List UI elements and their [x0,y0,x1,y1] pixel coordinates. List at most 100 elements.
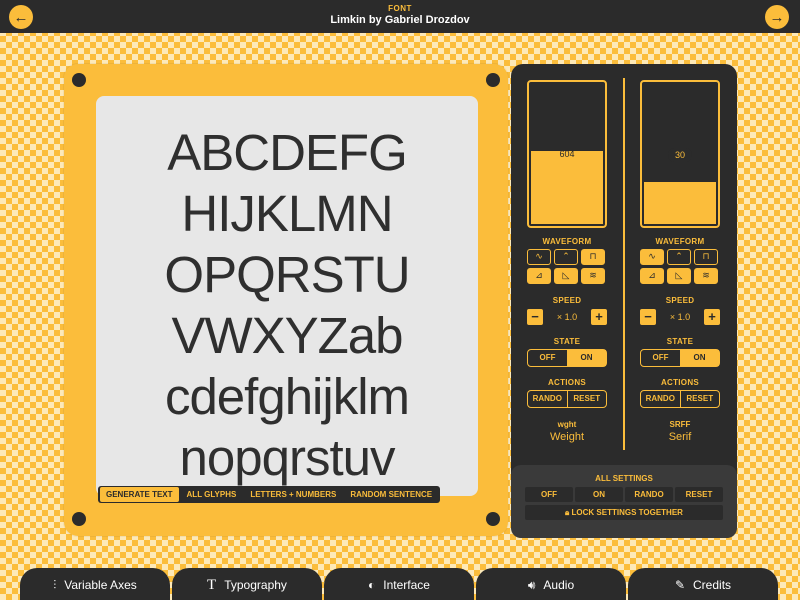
waveform-label: WAVEFORM [542,237,592,246]
meter-fill [531,151,603,224]
axis-name: Serif [668,431,692,443]
rando-button[interactable]: RANDO [528,391,568,407]
state-toggle: OFF ON [527,349,607,367]
screw-icon [72,512,86,526]
generate-text-button[interactable]: GENERATE TEXT [100,487,179,502]
specimen-line: HIJKLMN [181,185,393,242]
minus-icon[interactable]: − [527,309,543,325]
actions-group: RANDO RESET [527,390,607,408]
all-settings-panel: ALL SETTINGS OFF ON RANDO RESET 🔒︎ LOCK … [511,465,737,538]
meter-value: 30 [668,148,692,162]
actions-group: RANDO RESET [640,390,720,408]
tab-label: Typography [224,578,287,592]
sawtooth-wave-icon[interactable]: ⊿ [640,268,664,284]
square-wave-icon[interactable]: ⊓ [581,249,605,265]
specimen-line: OPQRSTU [164,246,410,303]
contrast-icon: ◐ [368,578,376,592]
axis-name: Weight [549,431,585,443]
square-wave-icon[interactable]: ⊓ [694,249,718,265]
tab-interface[interactable]: ◐ Interface [324,568,474,600]
all-off-button[interactable]: OFF [525,487,573,502]
specimen-panel: ABCDEFG HIJKLMN OPQRSTU VWXYZab cdefghijklm n… [64,64,508,536]
specimen-screen[interactable]: ABCDEFG HIJKLMN OPQRSTU VWXYZab cdefghijklm n… [96,96,478,496]
state-label: STATE [666,337,694,346]
tab-credits[interactable]: ✎ Credits [628,568,778,600]
all-on-button[interactable]: ON [575,487,623,502]
top-bar: ← FONT Limkin by Gabriel Drozdov → [0,0,800,33]
axis-column-weight: 604 WAVEFORM ∿ ⌃ ⊓ ⊿ ◺ ≋ SPEED − × 1.0 +… [511,64,611,464]
screw-icon [72,73,86,87]
axis-tag: SRFF [669,420,691,429]
speed-stepper: − × 1.0 + [640,308,720,326]
axis-meter[interactable]: 604 [527,80,607,228]
reset-button[interactable]: RESET [681,391,720,407]
plus-icon[interactable]: + [704,309,720,325]
sine-wave-icon[interactable]: ∿ [640,249,664,265]
noise-wave-icon[interactable]: ≋ [581,268,605,284]
tab-label: Variable Axes [64,578,137,592]
pen-icon: ✎ [674,578,686,592]
actions-label: ACTIONS [660,378,700,387]
type-icon: T [207,576,217,593]
state-off-button[interactable]: OFF [528,350,567,366]
tab-audio[interactable]: 🔊︎ Audio [476,568,626,600]
plus-icon[interactable]: + [591,309,607,325]
speed-value: × 1.0 [556,312,578,322]
specimen-text: ABCDEFG HIJKLMN OPQRSTU VWXYZab cdefghijklm n… [96,122,478,488]
letters-numbers-button[interactable]: LETTERS + NUMBERS [244,487,343,502]
meter-value: 604 [559,149,575,159]
tab-label: Interface [383,578,430,592]
state-label: STATE [553,337,581,346]
font-name: Limkin by Gabriel Drozdov [330,14,470,26]
axis-column-serif: 30 WAVEFORM ∿ ⌃ ⊓ ⊿ ◺ ≋ SPEED − × 1.0 + … [624,64,724,464]
sawtooth-wave-icon[interactable]: ⊿ [527,268,551,284]
sliders-icon: ⫶ [53,577,57,592]
tab-variable-axes[interactable]: ⫶ Variable Axes [20,568,170,600]
waveform-label: WAVEFORM [655,237,705,246]
state-on-button[interactable]: ON [567,350,606,366]
bottom-tab-bar: ⫶ Variable Axes T Typography ◐ Interface… [20,568,780,600]
axis-tag: wght [557,420,577,429]
specimen-line: ABCDEFG [167,124,408,181]
waveform-grid: ∿ ⌃ ⊓ ⊿ ◺ ≋ [527,249,607,284]
minus-icon[interactable]: − [640,309,656,325]
screw-icon [486,73,500,87]
axis-meter[interactable]: 30 [640,80,720,228]
all-settings-title: ALL SETTINGS [595,474,653,483]
specimen-line: cdefghijklm [164,368,410,425]
speed-label: SPEED [552,296,582,305]
triangle-wave-icon[interactable]: ⌃ [667,249,691,265]
tab-typography[interactable]: T Typography [172,568,322,600]
all-reset-button[interactable]: RESET [675,487,723,502]
reverse-saw-wave-icon[interactable]: ◺ [667,268,691,284]
all-glyphs-button[interactable]: ALL GLYPHS [180,487,243,502]
font-label: FONT [388,4,412,13]
all-rando-button[interactable]: RANDO [625,487,673,502]
rando-button[interactable]: RANDO [641,391,681,407]
triangle-wave-icon[interactable]: ⌃ [554,249,578,265]
waveform-grid: ∿ ⌃ ⊓ ⊿ ◺ ≋ [640,249,720,284]
state-toggle: OFF ON [640,349,720,367]
tab-label: Audio [543,578,575,592]
lock-settings-button[interactable]: 🔒︎ LOCK SETTINGS TOGETHER [525,505,723,520]
state-off-button[interactable]: OFF [641,350,680,366]
state-on-button[interactable]: ON [680,350,719,366]
arrow-right-icon[interactable]: → [765,5,789,29]
specimen-line: nopqrstuv [179,429,396,486]
tab-label: Credits [693,578,732,592]
reverse-saw-wave-icon[interactable]: ◺ [554,268,578,284]
specimen-line: VWXYZab [171,307,403,364]
sine-wave-icon[interactable]: ∿ [527,249,551,265]
noise-wave-icon[interactable]: ≋ [694,268,718,284]
all-settings-buttons: OFF ON RANDO RESET [525,487,723,502]
generate-bar: GENERATE TEXT ALL GLYPHS LETTERS + NUMBE… [98,486,441,503]
lock-settings-label: LOCK SETTINGS TOGETHER [571,508,683,517]
reset-button[interactable]: RESET [568,391,607,407]
actions-label: ACTIONS [547,378,587,387]
meter-fill [644,182,716,224]
speed-stepper: − × 1.0 + [527,308,607,326]
speaker-icon: 🔊︎ [527,577,536,592]
speed-value: × 1.0 [669,312,691,322]
speed-label: SPEED [665,296,695,305]
random-sentence-button[interactable]: RANDOM SENTENCE [344,487,439,502]
